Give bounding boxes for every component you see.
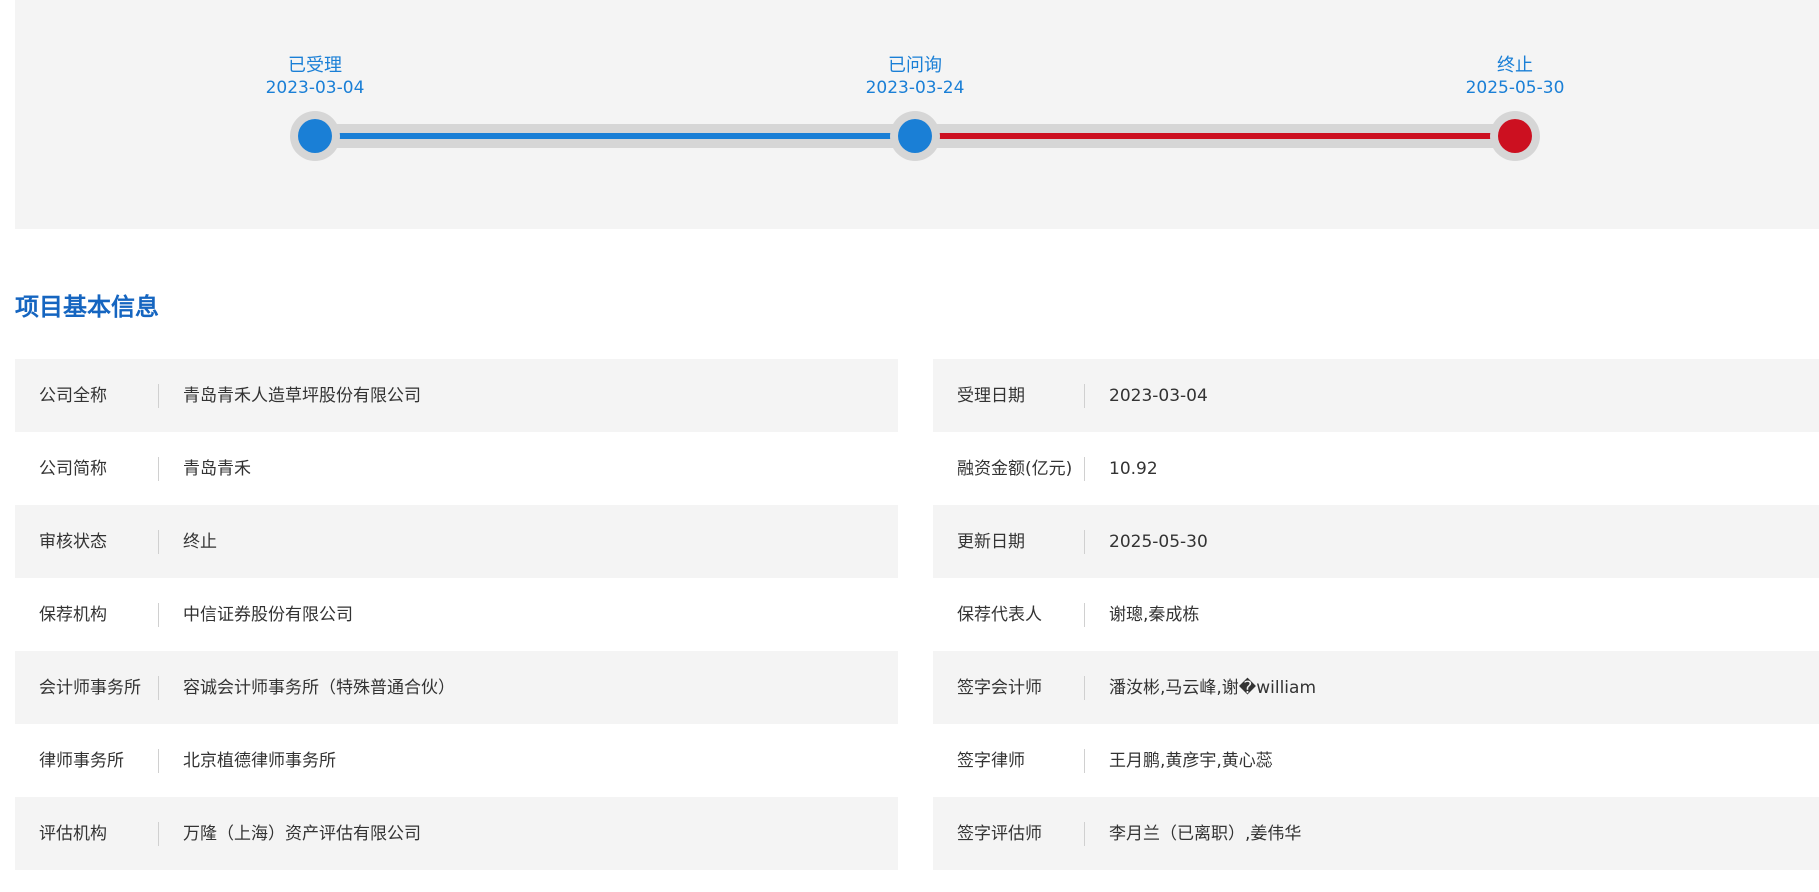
info-value: 王月鹏,黄彦宇,黄心蕊 bbox=[1109, 750, 1273, 771]
info-row: 融资金额(亿元) 10.92 bbox=[933, 432, 1819, 505]
info-column-left: 公司全称 青岛青禾人造草坪股份有限公司 公司简称 青岛青禾 审核状态 终止 保荐… bbox=[15, 359, 898, 870]
info-key: 签字会计师 bbox=[933, 675, 1085, 700]
info-key: 评估机构 bbox=[15, 821, 159, 846]
info-key: 签字律师 bbox=[933, 748, 1085, 773]
info-key: 受理日期 bbox=[933, 383, 1085, 408]
timeline-dot bbox=[898, 119, 932, 153]
timeline-step-date: 2023-03-24 bbox=[865, 78, 965, 98]
info-value: 容诚会计师事务所（特殊普通合伙） bbox=[183, 677, 455, 698]
info-row: 审核状态 终止 bbox=[15, 505, 898, 578]
info-value: 北京植德律师事务所 bbox=[183, 750, 336, 771]
info-value: 2025-05-30 bbox=[1109, 531, 1208, 552]
timeline-segment-red bbox=[915, 133, 1515, 139]
info-key: 更新日期 bbox=[933, 529, 1085, 554]
info-row: 更新日期 2025-05-30 bbox=[933, 505, 1819, 578]
info-column-right: 受理日期 2023-03-04 融资金额(亿元) 10.92 更新日期 2025… bbox=[933, 359, 1819, 870]
timeline-step-name: 终止 bbox=[1497, 55, 1533, 76]
info-value: 中信证券股份有限公司 bbox=[183, 604, 353, 625]
ipo-project-page: 已受理 2023-03-04 已问询 2023-03-24 终止 2025-05… bbox=[0, 0, 1819, 892]
timeline-step-date: 2025-05-30 bbox=[1465, 78, 1565, 98]
info-value: 2023-03-04 bbox=[1109, 385, 1208, 406]
info-value: 10.92 bbox=[1109, 458, 1158, 479]
info-key: 审核状态 bbox=[15, 529, 159, 554]
timeline-step-name: 已问询 bbox=[888, 55, 942, 76]
timeline-node-inquired bbox=[890, 111, 940, 161]
timeline-segment-blue bbox=[315, 133, 915, 139]
info-value: 青岛青禾人造草坪股份有限公司 bbox=[183, 385, 421, 406]
info-row: 签字评估师 李月兰（已离职）,姜伟华 bbox=[933, 797, 1819, 870]
info-row: 公司简称 青岛青禾 bbox=[15, 432, 898, 505]
info-value: 谢璁,秦成栋 bbox=[1109, 604, 1200, 625]
timeline-step-inquired: 已问询 2023-03-24 bbox=[815, 54, 1015, 100]
timeline-node-terminated bbox=[1490, 111, 1540, 161]
section-title: 项目基本信息 bbox=[15, 293, 159, 321]
info-row: 评估机构 万隆（上海）资产评估有限公司 bbox=[15, 797, 898, 870]
info-value: 潘汝彬,马云峰,谢�william bbox=[1109, 677, 1317, 698]
timeline-dot bbox=[298, 119, 332, 153]
info-row: 保荐代表人 谢璁,秦成栋 bbox=[933, 578, 1819, 651]
timeline-node-accepted bbox=[290, 111, 340, 161]
timeline-step-terminated: 终止 2025-05-30 bbox=[1415, 54, 1615, 100]
info-value: 万隆（上海）资产评估有限公司 bbox=[183, 823, 421, 844]
info-key: 保荐机构 bbox=[15, 602, 159, 627]
info-value: 终止 bbox=[183, 531, 217, 552]
info-key: 保荐代表人 bbox=[933, 602, 1085, 627]
timeline-step-name: 已受理 bbox=[288, 55, 342, 76]
info-key: 律师事务所 bbox=[15, 748, 159, 773]
info-row: 公司全称 青岛青禾人造草坪股份有限公司 bbox=[15, 359, 898, 432]
timeline-step-accepted: 已受理 2023-03-04 bbox=[215, 54, 415, 100]
info-key: 会计师事务所 bbox=[15, 675, 159, 700]
info-key: 公司简称 bbox=[15, 456, 159, 481]
info-key: 签字评估师 bbox=[933, 821, 1085, 846]
info-row: 会计师事务所 容诚会计师事务所（特殊普通合伙） bbox=[15, 651, 898, 724]
info-row: 律师事务所 北京植德律师事务所 bbox=[15, 724, 898, 797]
info-value: 李月兰（已离职）,姜伟华 bbox=[1109, 823, 1302, 844]
info-value: 青岛青禾 bbox=[183, 458, 251, 479]
timeline-step-date: 2023-03-04 bbox=[265, 78, 365, 98]
info-row: 保荐机构 中信证券股份有限公司 bbox=[15, 578, 898, 651]
info-row: 签字会计师 潘汝彬,马云峰,谢�william bbox=[933, 651, 1819, 724]
info-row: 签字律师 王月鹏,黄彦宇,黄心蕊 bbox=[933, 724, 1819, 797]
timeline-dot bbox=[1498, 119, 1532, 153]
info-key: 公司全称 bbox=[15, 383, 159, 408]
progress-timeline: 已受理 2023-03-04 已问询 2023-03-24 终止 2025-05… bbox=[15, 0, 1819, 229]
info-row: 受理日期 2023-03-04 bbox=[933, 359, 1819, 432]
info-key: 融资金额(亿元) bbox=[933, 456, 1085, 481]
